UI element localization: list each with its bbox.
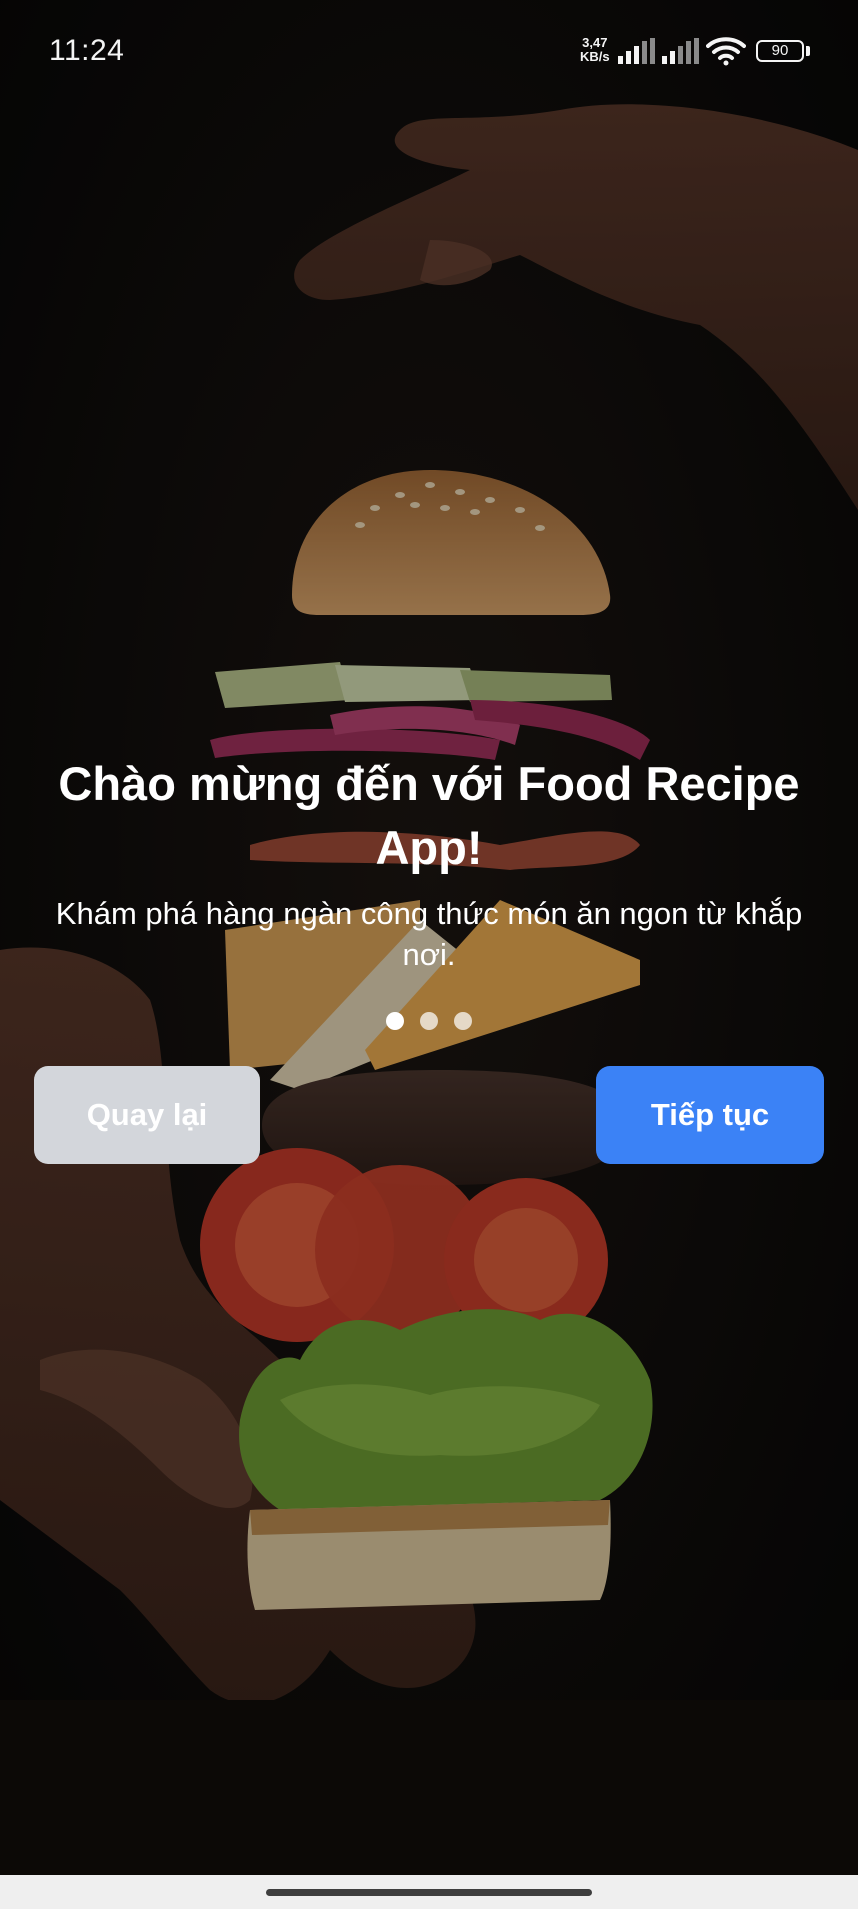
back-button[interactable]: Quay lại (34, 1066, 260, 1164)
network-speed: 3,47 KB/s (580, 36, 610, 64)
network-speed-unit: KB/s (580, 49, 610, 64)
onboarding-title: Chào mừng đến với Food Recipe App! (58, 757, 800, 874)
signal-icon (618, 38, 655, 64)
page-dot-3[interactable] (454, 1012, 472, 1030)
battery-tip (806, 46, 810, 56)
status-bar: 11:24 3,47 KB/s 90 (0, 0, 858, 104)
onboarding-subtitle: Khám phá hàng ngàn công thức món ăn ngon… (55, 896, 803, 972)
navigation-bar (0, 1875, 858, 1909)
home-indicator[interactable] (266, 1889, 592, 1896)
page-dot-2[interactable] (420, 1012, 438, 1030)
network-speed-value: 3,47 (582, 35, 608, 50)
page-indicator (0, 1012, 858, 1030)
page-dot-1[interactable] (386, 1012, 404, 1030)
next-button-label: Tiếp tục (650, 1097, 770, 1132)
back-button-label: Quay lại (86, 1097, 208, 1132)
battery-icon: 90 (756, 40, 804, 62)
wifi-icon (706, 37, 746, 66)
next-button[interactable]: Tiếp tục (596, 1066, 824, 1164)
signal-icon (662, 38, 699, 64)
battery-level: 90 (771, 42, 789, 59)
status-time: 11:24 (49, 34, 125, 67)
